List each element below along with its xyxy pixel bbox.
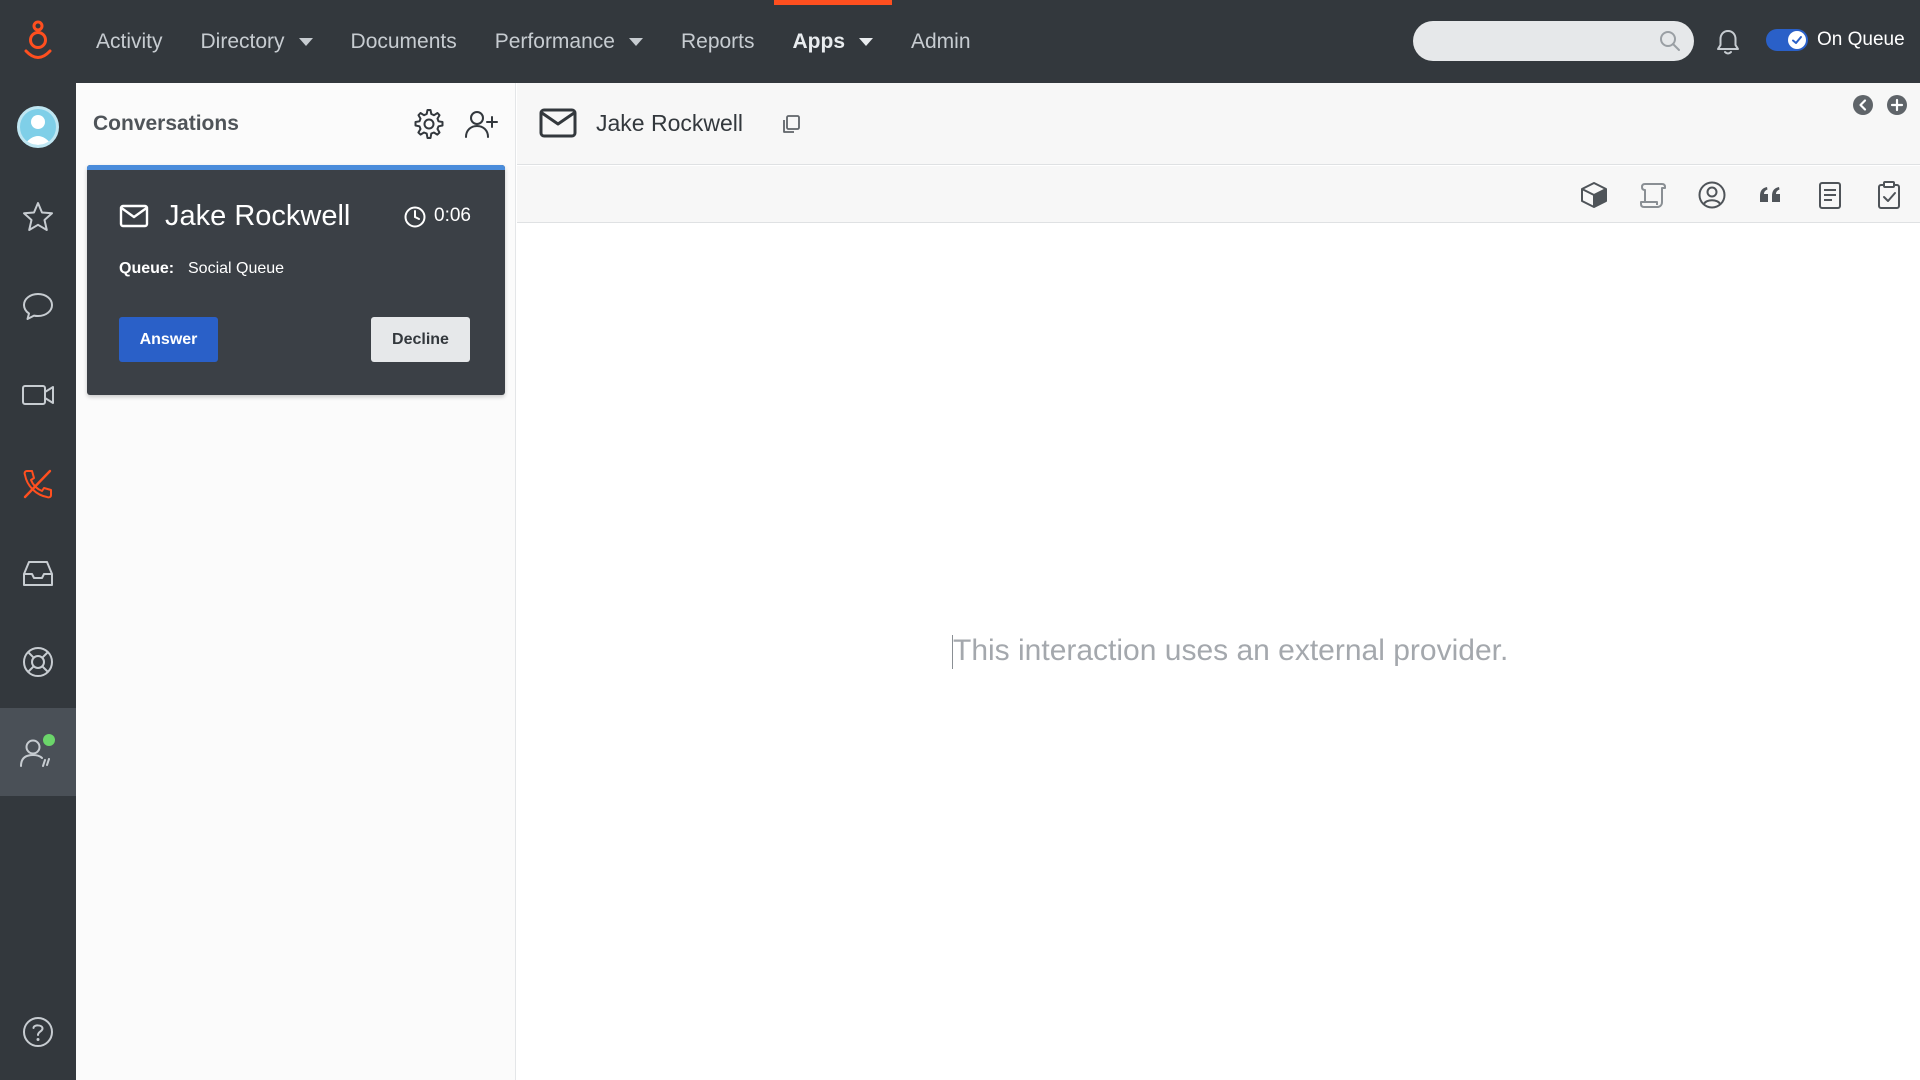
nav-reports[interactable]: Reports <box>662 0 774 83</box>
phone-off-icon <box>23 469 52 499</box>
nav-admin[interactable]: Admin <box>892 0 990 83</box>
gear-icon[interactable] <box>412 107 446 141</box>
chevron-down-icon <box>298 37 313 46</box>
bell-icon[interactable] <box>1713 27 1743 57</box>
toolbar-wrapup[interactable] <box>1873 179 1905 211</box>
chat-icon <box>23 293 53 320</box>
rail-avatar[interactable] <box>0 83 76 171</box>
copy-icon[interactable] <box>780 113 802 135</box>
card-contact-name: Jake Rockwell <box>165 200 351 232</box>
toolbar-external-app[interactable] <box>1578 179 1610 211</box>
interaction-content: This interaction uses an external provid… <box>517 223 1920 1080</box>
nav-reports-label: Reports <box>680 29 755 53</box>
chevron-down-icon <box>859 37 873 46</box>
conversations-panel: Conversations Jake Rockwell 0:06 Queue: … <box>76 83 516 1080</box>
decline-button[interactable]: Decline <box>371 317 470 362</box>
email-icon <box>119 204 149 228</box>
rail-favorites[interactable] <box>0 173 76 261</box>
nav-performance-label: Performance <box>494 29 615 53</box>
cube-icon <box>1581 182 1607 208</box>
agent-status-icon <box>20 734 55 767</box>
rail-agent-status[interactable] <box>0 708 76 796</box>
nav-activity[interactable]: Activity <box>77 0 182 83</box>
nav-apps[interactable]: Apps <box>773 0 893 83</box>
genesys-logo-icon[interactable] <box>20 20 56 64</box>
email-icon <box>539 108 577 138</box>
toolbar-script[interactable] <box>1637 179 1669 211</box>
incoming-conversation-card[interactable]: Jake Rockwell 0:06 Queue: Social Queue A… <box>87 165 505 395</box>
toolbar-contact-profile[interactable] <box>1696 179 1728 211</box>
nav-directory-label: Directory <box>200 29 285 53</box>
rail-help[interactable] <box>0 988 76 1076</box>
left-rail <box>0 83 76 1080</box>
on-queue-toggle[interactable] <box>1766 29 1808 51</box>
toggle-knob <box>1788 31 1806 49</box>
inbox-icon <box>23 561 53 586</box>
interaction-contact-name: Jake Rockwell <box>596 110 743 136</box>
interaction-header: Jake Rockwell <box>517 83 1920 165</box>
user-icon <box>24 115 52 145</box>
avatar <box>17 106 59 148</box>
nav-directory[interactable]: Directory <box>182 0 332 83</box>
rail-inbox[interactable] <box>0 529 76 617</box>
rail-support[interactable] <box>0 618 76 706</box>
clipboard-check-icon <box>1878 181 1900 209</box>
video-icon <box>22 385 54 405</box>
help-icon <box>23 1017 53 1047</box>
queue-value: Social Queue <box>188 260 285 277</box>
clock-icon <box>404 206 426 228</box>
lifebuoy-icon <box>23 647 53 677</box>
nav-activity-label: Activity <box>96 29 163 53</box>
card-progress-bar <box>87 165 505 170</box>
chevron-left-circle-icon[interactable] <box>1852 94 1874 116</box>
answer-button[interactable]: Answer <box>119 317 218 362</box>
toolbar-notes[interactable] <box>1814 179 1846 211</box>
nav-performance[interactable]: Performance <box>476 0 662 83</box>
rail-chat[interactable] <box>0 262 76 350</box>
add-user-icon[interactable] <box>464 107 498 141</box>
on-queue-label: On Queue <box>1817 29 1905 50</box>
toolbar-canned-responses[interactable] <box>1755 179 1787 211</box>
nav-admin-label: Admin <box>911 29 971 53</box>
rail-phone[interactable] <box>0 440 76 528</box>
queue-label: Queue: <box>119 260 175 277</box>
rail-video[interactable] <box>0 351 76 439</box>
external-provider-message: This interaction uses an external provid… <box>953 634 1509 667</box>
nav-documents[interactable]: Documents <box>332 0 476 83</box>
top-navigation-bar: Activity Directory Documents Performance… <box>0 0 1920 83</box>
chevron-down-icon <box>628 37 643 46</box>
check-icon <box>1792 36 1802 44</box>
document-icon <box>1819 182 1841 209</box>
plus-circle-icon[interactable] <box>1886 94 1908 116</box>
main-nav: Activity Directory Documents Performance… <box>77 0 990 83</box>
search-input[interactable] <box>1413 21 1694 61</box>
conversations-title: Conversations <box>93 112 239 135</box>
card-elapsed-time: 0:06 <box>434 205 471 226</box>
script-icon <box>1640 183 1666 208</box>
star-icon <box>23 202 53 231</box>
quote-icon <box>1760 187 1780 202</box>
nav-documents-label: Documents <box>350 29 457 53</box>
search-icon[interactable] <box>1658 29 1682 53</box>
user-circle-icon <box>1698 181 1726 209</box>
nav-apps-label: Apps <box>792 29 846 53</box>
interaction-toolbar <box>517 166 1920 223</box>
